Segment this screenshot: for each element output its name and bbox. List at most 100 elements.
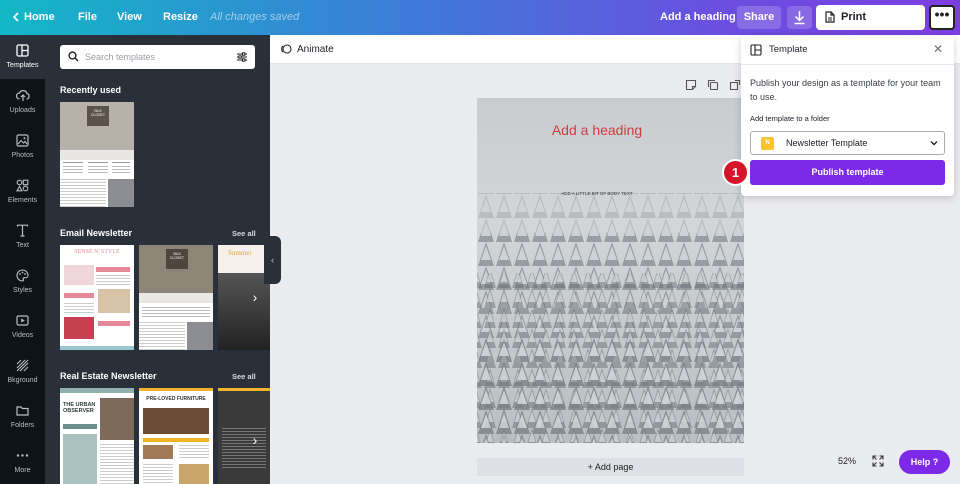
animate-button[interactable]: Animate [280, 35, 334, 64]
sidebar-item-label: Uploads [9, 107, 36, 114]
filter-sliders-icon[interactable] [236, 51, 248, 63]
page-heading-text[interactable]: Add a heading [477, 122, 717, 138]
print-letterheads-button[interactable]: Print Letterheads [816, 5, 925, 48]
sidebar-item-label: More [14, 467, 31, 474]
left-sidebar: Templates Uploads Photos Elements Text S… [0, 35, 45, 484]
popover-title: Template [769, 44, 808, 55]
see-all-real-estate[interactable]: See all [232, 372, 256, 381]
sidebar-item-folders[interactable]: Folders [0, 395, 45, 439]
more-options-button[interactable]: ••• [929, 5, 955, 30]
folder-field-label: Add template to a folder [750, 114, 830, 123]
top-toolbar: Home File View Resize All changes saved … [0, 0, 960, 48]
popover-description: Publish your design as a template for yo… [750, 78, 941, 102]
thumb-logo: SILK CLOSET [87, 106, 109, 126]
close-button[interactable]: ✕ [933, 42, 943, 56]
save-status: All changes saved [210, 11, 300, 23]
thumb-logo: SILK CLOSET [166, 249, 188, 269]
resize-menu[interactable]: Resize [163, 0, 198, 35]
template-thumb-silk-closet[interactable]: SILK CLOSET [60, 102, 134, 207]
help-button[interactable]: Help ? [899, 450, 950, 474]
section-title-email-newsletter: Email Newsletter [60, 228, 133, 238]
sidebar-item-styles[interactable]: Styles [0, 260, 45, 304]
sidebar-item-background[interactable]: Bkground [0, 350, 45, 394]
canva-editor: { "topbar": { "home": "Home", "file": "F… [0, 0, 960, 484]
sidebar-item-more[interactable]: More [0, 440, 45, 484]
video-icon [16, 315, 29, 326]
file-menu[interactable]: File [78, 0, 97, 35]
download-button[interactable] [787, 6, 812, 29]
add-page-button[interactable]: + Add page [477, 458, 744, 476]
animate-icon [281, 44, 292, 54]
view-menu[interactable]: View [117, 0, 142, 35]
collapse-panel-button[interactable]: ‹ [264, 236, 281, 284]
carousel-next-button[interactable]: › [245, 430, 265, 450]
text-icon [16, 224, 29, 237]
chevron-left-icon [12, 12, 19, 22]
share-button[interactable]: Share [737, 6, 781, 29]
zoom-level[interactable]: 52% [838, 456, 856, 466]
sidebar-item-text[interactable]: Text [0, 215, 45, 259]
carousel-next-button[interactable]: › [245, 287, 265, 307]
fullscreen-icon[interactable] [872, 455, 884, 467]
chevron-right-icon: › [252, 289, 258, 305]
sidebar-item-photos[interactable]: Photos [0, 125, 45, 169]
more-dots-icon: ••• [934, 6, 950, 22]
page-body-text[interactable]: ADD A LITTLE BIT OF BODY TEXT [477, 191, 717, 196]
sidebar-item-label: Text [16, 242, 29, 249]
sidebar-item-label: Photos [11, 152, 34, 159]
background-icon [16, 359, 29, 372]
snowy-forest-photo [477, 98, 744, 443]
sidebar-item-label: Folders [10, 422, 35, 429]
see-all-email-newsletter[interactable]: See all [232, 229, 256, 238]
template-icon [750, 44, 762, 56]
notes-icon[interactable] [685, 79, 697, 91]
step-number-badge: 1 [722, 159, 749, 186]
chevron-left-icon: ‹ [271, 255, 274, 265]
sidebar-item-label: Bkground [7, 377, 38, 384]
sidebar-item-label: Styles [12, 287, 33, 294]
template-thumb-pre-loved-furniture[interactable]: PRE-LOVED FURNITURE [139, 388, 213, 484]
search-icon [68, 51, 79, 62]
template-popover: Template ✕ Publish your design as a temp… [741, 36, 954, 196]
add-page-icon[interactable] [729, 79, 741, 91]
template-thumb-silk-closet-email[interactable]: SILK CLOSET [139, 245, 213, 350]
publish-template-button[interactable]: Publish template [750, 160, 945, 185]
document-icon [825, 11, 835, 23]
section-title-recently-used: Recently used [60, 85, 122, 95]
search-input[interactable] [85, 49, 230, 65]
template-thumb-sense-n-style[interactable]: SENSE N' STYLE [60, 245, 134, 350]
more-dots-icon [16, 454, 29, 457]
duplicate-page-icon[interactable] [707, 79, 719, 91]
sidebar-item-templates[interactable]: Templates [0, 35, 45, 79]
home-button[interactable]: Home [12, 0, 55, 35]
design-page[interactable]: Add a heading ADD A LITTLE BIT OF BODY T… [477, 98, 744, 443]
close-icon: ✕ [933, 42, 944, 56]
folder-select[interactable]: N Newsletter Template [750, 131, 945, 155]
thumb-title: PRE-LOVED FURNITURE [146, 396, 206, 402]
design-title[interactable]: Add a heading [660, 0, 736, 35]
folder-icon [16, 406, 29, 416]
animate-label: Animate [297, 44, 334, 55]
shapes-icon [16, 179, 29, 192]
palette-icon [16, 269, 29, 282]
thumb-title: THE URBAN OBSERVER [63, 402, 96, 414]
template-thumb-urban-observer[interactable]: THE URBAN OBSERVER [60, 388, 134, 484]
section-title-real-estate-newsletter: Real Estate Newsletter [60, 371, 157, 381]
thumb-title: SENSE N' STYLE [74, 249, 120, 255]
sidebar-item-label: Videos [11, 332, 34, 339]
divider [741, 64, 954, 65]
folder-badge-icon: N [761, 137, 774, 150]
upload-cloud-icon [16, 90, 30, 101]
sidebar-item-elements[interactable]: Elements [0, 170, 45, 214]
sidebar-item-label: Templates [6, 62, 39, 69]
home-label: Home [24, 11, 55, 23]
thumb-title: Summer [218, 245, 270, 273]
sidebar-item-videos[interactable]: Videos [0, 305, 45, 349]
sidebar-item-uploads[interactable]: Uploads [0, 80, 45, 124]
download-icon [794, 11, 805, 25]
chevron-right-icon: › [252, 432, 258, 448]
templates-panel: Recently used SILK CLOSET Email Newslett… [45, 35, 270, 484]
templates-icon [16, 44, 29, 57]
sidebar-item-label: Elements [7, 197, 38, 204]
search-box [60, 45, 255, 69]
